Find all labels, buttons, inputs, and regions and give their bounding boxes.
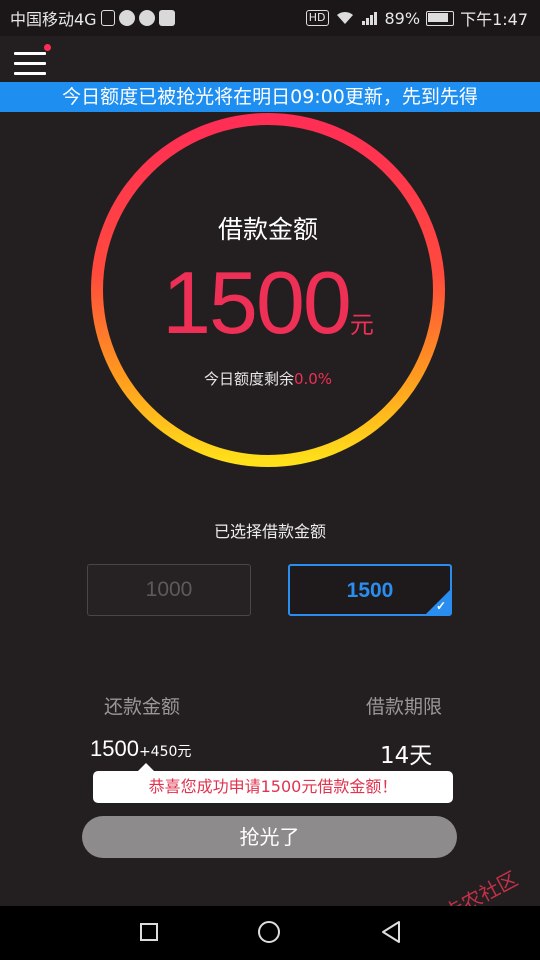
repay-principal: 1500 bbox=[90, 736, 139, 761]
toast-arrow bbox=[138, 763, 154, 771]
battery-percent: 89% bbox=[384, 8, 421, 28]
status-bar: 中国移动4G HD 89% 下午1:47 bbox=[0, 0, 540, 36]
app-icon bbox=[158, 10, 175, 26]
repay-amount-value: 1500+450元 bbox=[90, 736, 191, 762]
signal-icon bbox=[361, 12, 377, 25]
check-icon: ✓ bbox=[435, 599, 446, 613]
lock-icon bbox=[100, 10, 115, 26]
remaining-percent: 0.0% bbox=[293, 370, 333, 388]
battery-icon bbox=[426, 10, 455, 26]
repay-amount-label: 还款金额 bbox=[104, 696, 181, 718]
mute-icon bbox=[138, 10, 155, 26]
nav-home-icon[interactable] bbox=[258, 921, 280, 943]
loan-amount: 1500元 bbox=[88, 252, 448, 354]
selected-amount-label: 已选择借款金额 bbox=[213, 522, 326, 541]
nav-back-icon[interactable] bbox=[380, 920, 402, 944]
remaining-label: 今日额度剩余 bbox=[203, 370, 294, 388]
menu-icon[interactable] bbox=[14, 52, 46, 78]
wifi-icon bbox=[336, 11, 353, 24]
amount-option-1000[interactable]: 1000 bbox=[87, 564, 251, 616]
repay-interest: +450元 bbox=[138, 744, 192, 760]
remaining-quota: 今日额度剩余0.0% bbox=[88, 368, 448, 389]
nav-recent-icon[interactable] bbox=[140, 923, 158, 941]
hd-badge: HD bbox=[305, 10, 329, 26]
navigation-bar bbox=[0, 906, 540, 960]
loan-amount-value: 1500 bbox=[162, 253, 352, 352]
amount-ring: 借款金额 1500元 今日额度剩余0.0% bbox=[88, 112, 448, 472]
contacts-icon bbox=[118, 10, 135, 26]
amount-option-1500[interactable]: 1500 ✓ bbox=[288, 564, 452, 616]
loan-term-label: 借款期限 bbox=[366, 696, 443, 718]
success-toast: 恭喜您成功申请1500元借款金额！ bbox=[93, 771, 453, 803]
loan-term-value: 14天 bbox=[380, 743, 433, 769]
clock: 下午1:47 bbox=[460, 10, 528, 29]
notification-dot bbox=[44, 44, 51, 51]
quota-banner: 今日额度已被抢光将在明日09:00更新，先到先得 bbox=[0, 82, 540, 112]
amount-option-1500-label: 1500 bbox=[346, 579, 394, 602]
sold-out-button[interactable]: 抢光了 bbox=[82, 816, 457, 858]
loan-amount-unit: 元 bbox=[349, 311, 374, 339]
loan-title: 借款金额 bbox=[217, 215, 318, 244]
carrier-label: 中国移动4G bbox=[10, 10, 97, 29]
